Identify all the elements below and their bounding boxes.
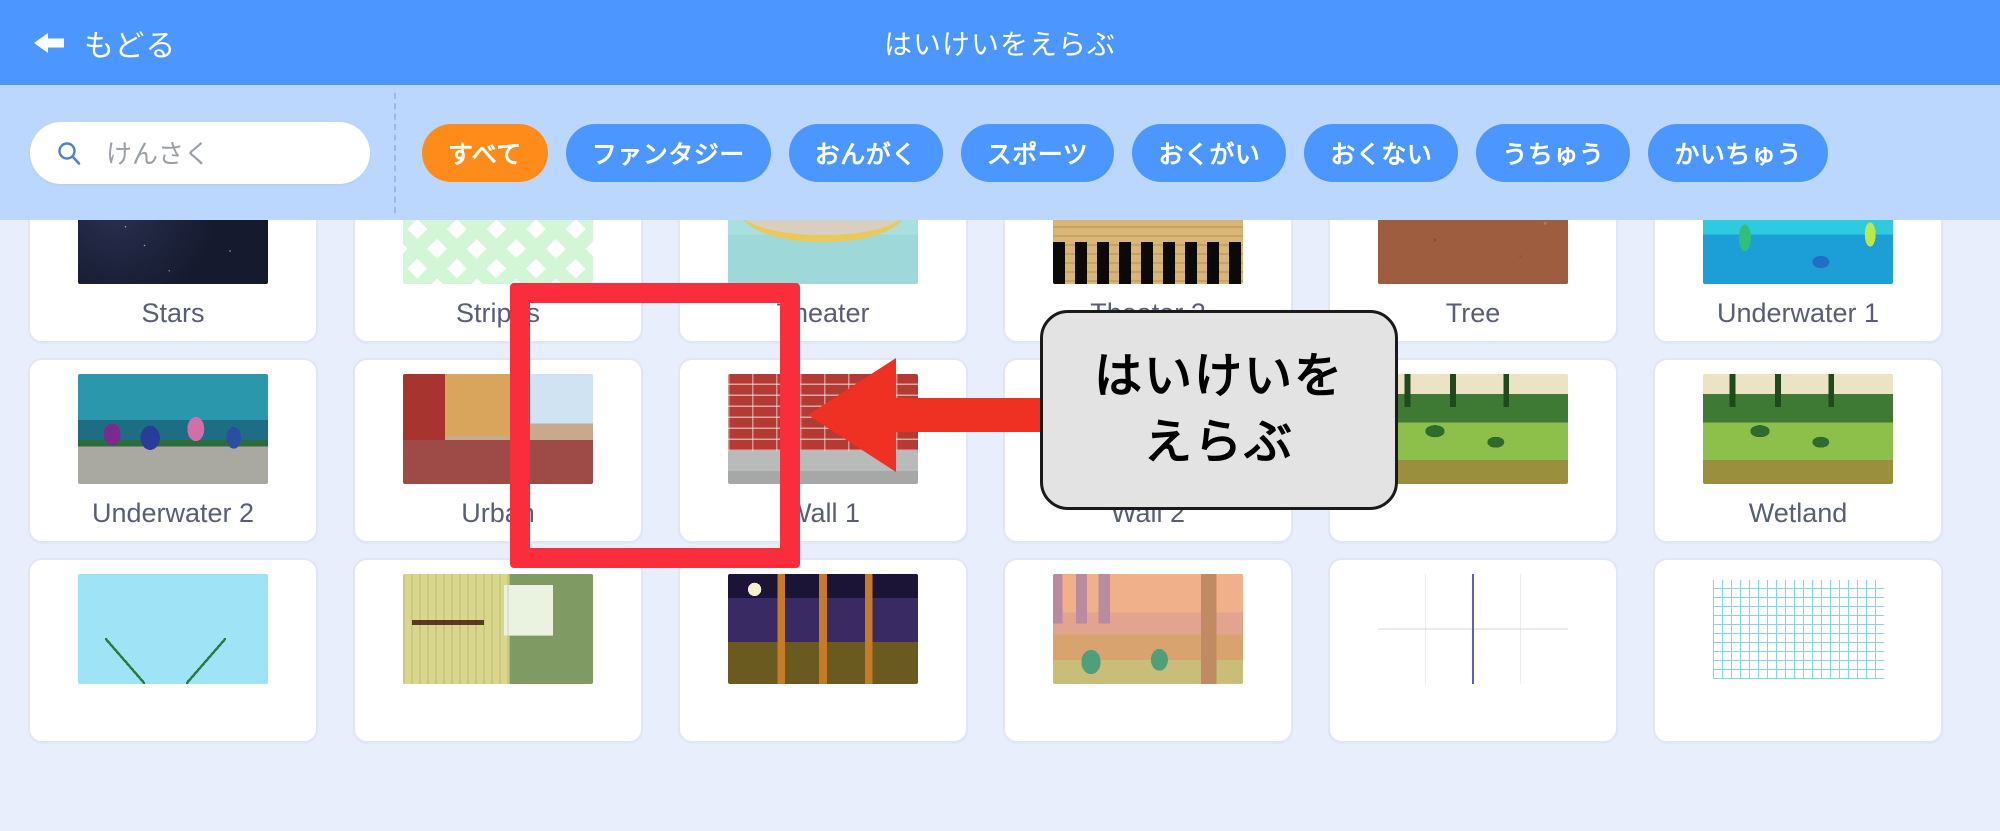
backdrop-card-row3-1[interactable] [28, 558, 318, 743]
filter-chip-outdoors[interactable]: おくがい [1132, 123, 1287, 182]
backdrop-thumbnail [1053, 220, 1243, 284]
backdrop-thumbnail [403, 374, 593, 484]
callout-line-1: はいけいを [1093, 349, 1344, 403]
backdrop-thumbnail [1378, 220, 1568, 284]
grid-row: Underwater 2 Urban Wall 1 Wall 2 Wetland [0, 358, 2000, 543]
backdrop-thumbnail [403, 574, 593, 684]
backdrop-card-row3-4[interactable] [1003, 558, 1293, 743]
filter-chip-sports[interactable]: スポーツ [960, 123, 1115, 182]
annotation-callout: はいけいを えらぶ [1040, 310, 1398, 510]
backdrop-thumbnail [1378, 574, 1568, 684]
backdrop-grid[interactable]: Stars Stripes Theater Theater 2 Tree Und… [0, 220, 2000, 831]
filter-chip-fantasy[interactable]: ファンタジー [565, 123, 771, 182]
backdrop-thumbnail [1703, 574, 1893, 684]
filter-chip-indoors[interactable]: おくない [1304, 123, 1459, 182]
backdrop-label: Tree [1445, 298, 1501, 328]
backdrop-card-urban[interactable]: Urban [353, 358, 643, 543]
backdrop-label: Wetland [1748, 498, 1848, 528]
backdrop-thumbnail [1703, 220, 1893, 284]
backdrop-label: Stripes [455, 298, 541, 328]
search-input[interactable]: けんさく [30, 121, 370, 184]
divider [394, 92, 396, 213]
backdrop-thumbnail [1053, 574, 1243, 684]
arrow-left-icon [32, 26, 66, 60]
backdrop-thumbnail [728, 220, 918, 284]
background-picker-screen: もどる はいけいをえらぶ けんさく すべて ファンタジー おんがく スポーツ お… [0, 0, 2000, 831]
backdrop-card-underwater-1[interactable]: Underwater 1 [1653, 220, 1943, 343]
back-button[interactable]: もどる [32, 21, 176, 65]
backdrop-label: Wall 1 [785, 498, 860, 528]
backdrop-card-row3-5[interactable] [1328, 558, 1618, 743]
filter-chip-all[interactable]: すべて [422, 123, 548, 182]
callout-line-2: えらぶ [1143, 416, 1294, 469]
backdrop-thumbnail [728, 374, 918, 484]
search-icon [30, 140, 82, 166]
backdrop-card-row3-6[interactable] [1653, 558, 1943, 743]
backdrop-card-wetland[interactable]: Wetland [1653, 358, 1943, 543]
backdrop-label: Underwater 1 [1716, 298, 1880, 328]
backdrop-card-stars[interactable]: Stars [28, 220, 318, 343]
filter-bar: けんさく すべて ファンタジー おんがく スポーツ おくがい おくない うちゅう… [0, 85, 2000, 220]
backdrop-card-stripes[interactable]: Stripes [353, 220, 643, 343]
backdrop-thumbnail [403, 220, 593, 284]
grid-row [0, 558, 2000, 743]
backdrop-card-theater[interactable]: Theater [678, 220, 968, 343]
back-button-label: もどる [84, 29, 177, 63]
backdrop-label: Theater [776, 298, 870, 328]
filter-chip-space[interactable]: うちゅう [1476, 123, 1631, 182]
filter-chip-underwater[interactable]: かいちゅう [1648, 123, 1828, 182]
backdrop-thumbnail [1703, 374, 1893, 484]
backdrop-card-row3-2[interactable] [353, 558, 643, 743]
backdrop-thumbnail [78, 574, 268, 684]
top-bar: もどる はいけいをえらぶ [0, 0, 2000, 85]
backdrop-label: Stars [141, 298, 205, 328]
backdrop-label: Urban [461, 498, 535, 528]
search-placeholder: けんさく [106, 139, 211, 169]
backdrop-card-row3-3[interactable] [678, 558, 968, 743]
backdrop-card-underwater-2[interactable]: Underwater 2 [28, 358, 318, 543]
backdrop-card-wall-1[interactable]: Wall 1 [678, 358, 968, 543]
grid-row: Stars Stripes Theater Theater 2 Tree Und… [0, 220, 2000, 343]
category-filter-list: すべて ファンタジー おんがく スポーツ おくがい おくない うちゅう かいちゅ… [422, 123, 1828, 182]
backdrop-label: Underwater 2 [91, 498, 255, 528]
backdrop-thumbnail [728, 574, 918, 684]
backdrop-thumbnail [78, 374, 268, 484]
page-title: はいけいをえらぶ [883, 28, 1116, 60]
filter-chip-music[interactable]: おんがく [788, 123, 943, 182]
backdrop-thumbnail [78, 220, 268, 284]
backdrop-thumbnail [1378, 374, 1568, 484]
